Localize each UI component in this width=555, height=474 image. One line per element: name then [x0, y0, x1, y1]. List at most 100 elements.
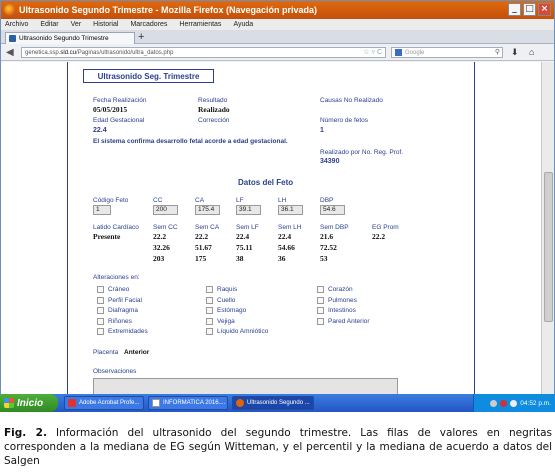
sem-header: Sem CC	[153, 224, 178, 231]
sem-cell: 54.66	[278, 243, 295, 252]
lf-label: LF	[236, 197, 244, 204]
url-prefix: genetica.ssp.	[25, 49, 61, 56]
network-icon[interactable]	[490, 399, 498, 407]
sem-cell: 32.26	[153, 243, 170, 252]
page-content: Ultrasonido Seg. Trimestre Fecha Realiza…	[1, 62, 541, 395]
search-icon[interactable]: ⚲	[495, 48, 500, 56]
menu-herramientas[interactable]: Herramientas	[179, 21, 221, 28]
browser-window: Ultrasonido Segundo Trimestre - Mozilla …	[0, 0, 555, 412]
task-firefox[interactable]: Ultrasonido Segundo ...	[232, 396, 314, 410]
antivirus-icon[interactable]	[500, 399, 508, 407]
system-tray: 04:52 p.m.	[473, 394, 555, 412]
sem-header: EG Prom	[372, 224, 399, 231]
download-icon[interactable]: ⬇	[511, 47, 519, 58]
checkbox-perfil-facial[interactable]: Perfil Facial	[97, 297, 142, 304]
placenta-value: Anterior	[124, 349, 150, 356]
search-input[interactable]: Google ⚲	[391, 47, 503, 58]
lf-field[interactable]: 39.1	[236, 205, 261, 215]
minimize-button[interactable]: _	[508, 3, 521, 16]
checkbox-estomago[interactable]: Estómago	[206, 307, 246, 314]
realizado-value: 34390	[320, 158, 340, 165]
start-button[interactable]: Inicio	[0, 394, 58, 412]
checkbox-corazon[interactable]: Corazón	[317, 286, 353, 293]
checkbox-intestinos[interactable]: Intestinos	[317, 307, 356, 314]
fetos-value: 1	[320, 127, 324, 134]
sem-cell: 53	[320, 254, 328, 263]
menu-marcadores[interactable]: Marcadores	[130, 21, 167, 28]
cc-field[interactable]: 200	[153, 205, 178, 215]
sem-cell: 22.4	[278, 232, 292, 241]
url-path: /Paginas/ultrasonido/ultra_datos.php	[76, 49, 174, 56]
new-tab-button[interactable]: +	[138, 31, 144, 43]
caption-text: Información del ultrasonido del segundo …	[4, 427, 552, 467]
search-placeholder: Google	[405, 49, 425, 56]
back-icon[interactable]: ◀	[6, 47, 14, 58]
tab-label: Ultrasonido Segundo Trimestre	[19, 35, 109, 42]
menu-ayuda[interactable]: Ayuda	[233, 21, 253, 28]
correccion-label: Corrección	[198, 117, 230, 124]
scrollbar-thumb[interactable]	[544, 172, 553, 322]
ca-field[interactable]: 175.4	[195, 205, 220, 215]
fecha-value: 05/05/2015	[93, 105, 128, 114]
dbp-field[interactable]: 54.6	[320, 205, 345, 215]
vertical-scrollbar[interactable]	[541, 62, 554, 395]
checkbox-craneo[interactable]: Cráneo	[97, 286, 129, 293]
maximize-button[interactable]: □	[523, 3, 536, 16]
sem-cell: 175	[195, 254, 207, 263]
home-icon[interactable]: ⌂	[529, 47, 534, 57]
menu-bar: Archivo Editar Ver Historial Marcadores …	[1, 19, 554, 30]
codigo-feto-field[interactable]: 1	[93, 205, 111, 215]
menu-historial[interactable]: Historial	[93, 21, 118, 28]
sem-cell: 22.4	[236, 232, 250, 241]
lh-field[interactable]: 36.1	[278, 205, 303, 215]
checkbox-extremidades[interactable]: Extremidades	[97, 328, 148, 335]
document-icon	[152, 399, 160, 407]
checkbox-pulmones[interactable]: Pulmones	[317, 297, 357, 304]
task-informatica[interactable]: INFORMATICA 2016....	[148, 396, 228, 410]
volume-icon[interactable]	[510, 399, 518, 407]
sem-cell: 203	[153, 254, 165, 263]
checkbox-raquis[interactable]: Raquis	[206, 286, 237, 293]
checkbox-pared-anterior[interactable]: Pared Anterior	[317, 318, 370, 325]
sem-cell: 21.6	[320, 232, 334, 241]
dbp-label: DBP	[320, 197, 334, 204]
lh-label: LH	[278, 197, 287, 204]
confirm-message: El sistema confirma desarrollo fetal aco…	[93, 138, 288, 145]
menu-ver[interactable]: Ver	[71, 21, 82, 28]
checkbox-liquido-amniotico[interactable]: Líquido Amniótico	[206, 328, 268, 335]
latido-value: Presente	[93, 232, 121, 241]
sem-cell: 51.67	[195, 243, 212, 252]
cc-label: CC	[153, 197, 163, 204]
datos-feto-title: Datos del Feto	[238, 178, 294, 187]
fetos-label: Número de fetos	[320, 117, 369, 124]
checkbox-cuello[interactable]: Cuello	[206, 297, 235, 304]
checkbox-rinones[interactable]: Riñones	[97, 318, 132, 325]
sem-cell: 36	[278, 254, 286, 263]
tab-ultrasonido[interactable]: Ultrasonido Segundo Trimestre	[5, 32, 135, 44]
sem-header: Sem CA	[195, 224, 220, 231]
menu-archivo[interactable]: Archivo	[5, 21, 28, 28]
windows-logo-icon	[4, 398, 14, 408]
menu-editar[interactable]: Editar	[40, 21, 58, 28]
caption-prefix: Fig. 2.	[4, 427, 47, 439]
url-host: sld.cu	[60, 49, 77, 56]
section-title: Ultrasonido Seg. Trimestre	[83, 69, 214, 83]
bookmark-star-icon[interactable]: ☆ ▿ C	[363, 48, 382, 56]
sem-cell: 22.2	[195, 232, 209, 241]
checkbox-vejiga[interactable]: Vejiga	[206, 318, 235, 325]
figure-caption: Fig. 2. Información del ultrasonido del …	[4, 426, 552, 468]
sem-header: Sem DBP	[320, 224, 349, 231]
checkbox-diafragma[interactable]: Diafragma	[97, 307, 138, 314]
task-acrobat[interactable]: Adobe Acrobat Profe...	[64, 396, 144, 410]
latido-label: Latido Cardíaco	[93, 224, 139, 231]
clock: 04:52 p.m.	[520, 399, 551, 407]
url-bar[interactable]: genetica.ssp. sld.cu /Paginas/ultrasonid…	[21, 47, 386, 58]
observaciones-label: Observaciones	[93, 368, 137, 375]
close-button[interactable]: ×	[538, 3, 551, 16]
sem-header: Sem LH	[278, 224, 302, 231]
firefox-icon	[4, 4, 16, 16]
sem-cell: 38	[236, 254, 244, 263]
edad-value: 22.4	[93, 127, 107, 134]
observaciones-textarea[interactable]	[93, 378, 398, 395]
alteraciones-label: Alteraciones en:	[93, 274, 140, 281]
